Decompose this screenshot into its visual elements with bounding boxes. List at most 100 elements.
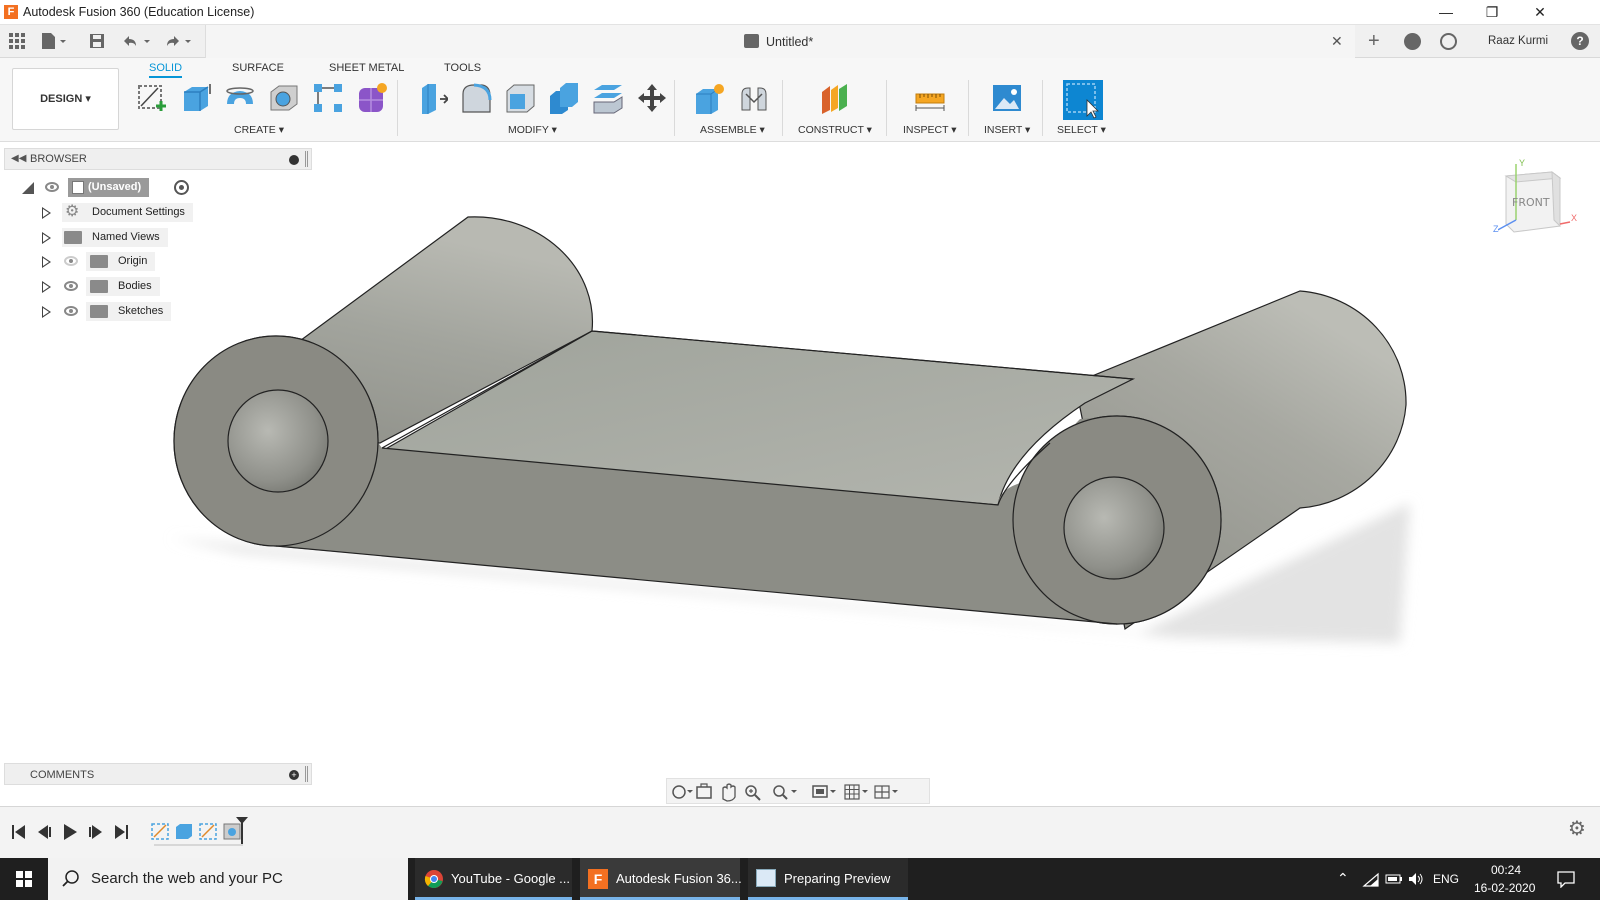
app-grid-icon[interactable] — [8, 33, 26, 49]
go-to-start-icon[interactable] — [12, 825, 25, 839]
taskbar-item-preview[interactable]: Preparing Preview — [748, 858, 908, 900]
browser-item-document-settings[interactable]: ⚙ Document Settings — [38, 203, 208, 223]
group-create[interactable]: CREATE ▾ — [234, 124, 284, 136]
visibility-eye-icon[interactable] — [64, 306, 78, 316]
revolve-icon[interactable] — [224, 82, 256, 114]
file-menu-icon[interactable] — [40, 33, 66, 49]
fillet-icon[interactable] — [460, 82, 492, 114]
user-name[interactable]: Raaz Kurmi — [1488, 35, 1548, 47]
browser-item-sketches[interactable]: Sketches — [38, 302, 208, 322]
timeline-sketch-feature-icon[interactable] — [151, 823, 169, 840]
pan-icon[interactable] — [722, 783, 736, 802]
notification-center-icon[interactable] — [1556, 870, 1576, 888]
expand-arrow-icon[interactable] — [42, 306, 51, 318]
taskbar-item-chrome[interactable]: YouTube - Google ... — [415, 858, 572, 900]
panel-resize-handle[interactable] — [305, 766, 308, 782]
browser-item-named-views[interactable]: Named Views — [38, 228, 208, 248]
tab-sheet-metal[interactable]: SHEET METAL — [329, 62, 404, 76]
activate-component-icon[interactable] — [174, 180, 189, 195]
offset-plane-icon[interactable] — [818, 82, 850, 114]
step-forward-icon[interactable] — [89, 825, 102, 839]
clock-date[interactable]: 16-02-2020 — [1474, 881, 1535, 895]
extrude-icon[interactable] — [180, 82, 212, 114]
close-window-button[interactable]: ✕ — [1518, 2, 1562, 22]
volume-icon[interactable] — [1408, 872, 1424, 886]
timeline-hole-feature-icon[interactable] — [223, 823, 241, 840]
tab-surface[interactable]: SURFACE — [232, 62, 284, 76]
restore-button[interactable]: ❐ — [1470, 2, 1514, 22]
start-button[interactable] — [0, 858, 48, 900]
hole-icon[interactable] — [268, 82, 300, 114]
go-to-end-icon[interactable] — [115, 825, 128, 839]
viewcube-face-label[interactable]: FRONT — [1512, 196, 1550, 209]
language-indicator[interactable]: ENG — [1433, 872, 1459, 886]
redo-icon[interactable] — [163, 33, 191, 49]
collapse-browser-icon[interactable]: ◀◀ — [11, 153, 26, 164]
wifi-icon[interactable] — [1362, 872, 1380, 888]
expanded-arrow-icon[interactable] — [22, 182, 34, 194]
orbit-icon[interactable] — [672, 785, 693, 799]
grid-settings-icon[interactable] — [844, 784, 868, 800]
save-icon[interactable] — [88, 33, 106, 49]
create-form-icon[interactable] — [356, 82, 388, 114]
create-sketch-icon[interactable] — [136, 82, 168, 114]
group-inspect[interactable]: INSPECT ▾ — [903, 124, 957, 136]
new-tab-icon[interactable]: + — [1368, 31, 1380, 51]
new-component-icon[interactable] — [694, 82, 726, 114]
look-at-icon[interactable] — [696, 783, 712, 799]
measure-icon[interactable] — [914, 82, 946, 114]
close-tab-icon[interactable]: ✕ — [1331, 33, 1343, 50]
clock-time[interactable]: 00:24 — [1491, 863, 1521, 877]
comments-panel-header[interactable]: COMMENTS + — [4, 763, 312, 785]
joint-icon[interactable] — [738, 82, 770, 114]
viewcube[interactable]: FRONT Y X Z — [1493, 158, 1578, 242]
battery-icon[interactable] — [1385, 872, 1403, 886]
timeline-settings-gear-icon[interactable]: ⚙ — [1568, 819, 1586, 839]
shell-icon[interactable] — [504, 82, 536, 114]
undo-icon[interactable] — [120, 33, 150, 49]
press-pull-icon[interactable] — [416, 82, 450, 114]
hidden-eye-icon[interactable] — [64, 256, 78, 266]
insert-image-icon[interactable] — [991, 82, 1023, 114]
expand-arrow-icon[interactable] — [42, 232, 51, 244]
browser-panel-header[interactable]: ◀◀ BROWSER — [4, 148, 312, 170]
taskbar-search-box[interactable]: Search the web and your PC — [48, 858, 408, 900]
timeline-extrude-feature-icon[interactable] — [176, 824, 192, 839]
show-hidden-icons-chevron-up-icon[interactable]: ⌃ — [1337, 870, 1349, 887]
panel-resize-handle[interactable] — [305, 151, 308, 167]
expand-arrow-icon[interactable] — [42, 281, 51, 293]
taskbar-item-fusion[interactable]: F Autodesk Fusion 36... — [580, 858, 742, 900]
fit-icon[interactable] — [773, 785, 797, 800]
group-assemble[interactable]: ASSEMBLE ▾ — [700, 124, 765, 136]
select-icon[interactable] — [1063, 80, 1103, 120]
combine-icon[interactable] — [548, 82, 580, 114]
move-icon[interactable] — [636, 82, 668, 114]
browser-root-node[interactable]: (Unsaved) — [18, 178, 208, 198]
browser-item-origin[interactable]: Origin — [38, 252, 208, 272]
step-back-icon[interactable] — [38, 825, 51, 839]
workspace-switcher[interactable]: DESIGN ▾ — [12, 68, 119, 130]
visibility-eye-icon[interactable] — [64, 281, 78, 291]
browser-options-icon[interactable] — [289, 155, 299, 165]
offset-face-icon[interactable] — [592, 82, 624, 114]
3d-viewport[interactable] — [0, 143, 1600, 803]
help-icon[interactable]: ? — [1571, 32, 1589, 50]
job-status-icon[interactable] — [1440, 33, 1457, 50]
viewports-icon[interactable] — [874, 785, 898, 799]
group-insert[interactable]: INSERT ▾ — [984, 124, 1030, 136]
timeline-sketch-feature-icon-2[interactable] — [199, 823, 217, 840]
display-settings-icon[interactable] — [812, 785, 836, 798]
minimize-button[interactable]: — — [1424, 2, 1468, 22]
tab-solid[interactable]: SOLID — [149, 62, 183, 78]
add-comment-icon[interactable]: + — [289, 770, 299, 780]
document-tab[interactable]: Untitled* ✕ — [205, 25, 1355, 58]
group-construct[interactable]: CONSTRUCT ▾ — [798, 124, 872, 136]
expand-arrow-icon[interactable] — [42, 256, 51, 268]
group-select[interactable]: SELECT ▾ — [1057, 124, 1106, 136]
expand-arrow-icon[interactable] — [42, 207, 51, 219]
group-modify[interactable]: MODIFY ▾ — [508, 124, 557, 136]
zoom-icon[interactable] — [745, 785, 761, 801]
browser-item-bodies[interactable]: Bodies — [38, 277, 208, 297]
tab-tools[interactable]: TOOLS — [444, 62, 481, 76]
play-icon[interactable] — [64, 824, 77, 840]
